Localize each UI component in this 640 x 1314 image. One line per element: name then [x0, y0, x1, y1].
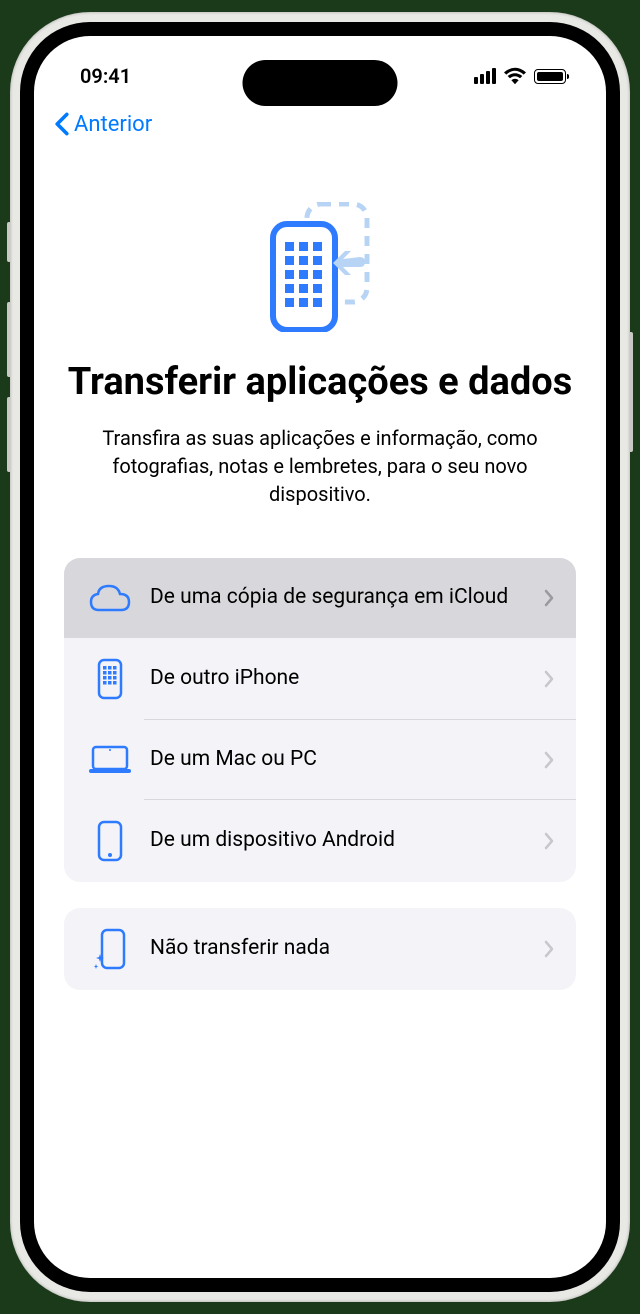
option-label: De um dispositivo Android [150, 827, 544, 854]
hero-icon [34, 202, 606, 332]
option-label: De um Mac ou PC [150, 746, 544, 773]
chevron-left-icon [54, 112, 70, 136]
options-group-transfer: De uma cópia de segurança em iCloud [64, 558, 576, 882]
option-other-iphone[interactable]: De outro iPhone [64, 638, 576, 720]
chevron-right-icon [544, 589, 554, 607]
option-label: De outro iPhone [150, 665, 544, 692]
dynamic-island [243, 60, 398, 106]
chevron-right-icon [544, 670, 554, 688]
option-mac-pc[interactable]: De um Mac ou PC [64, 720, 576, 800]
option-label: Não transferir nada [150, 935, 544, 962]
power-button [630, 332, 633, 452]
mute-switch [7, 222, 10, 262]
status-time: 09:41 [80, 64, 131, 88]
chevron-right-icon [544, 751, 554, 769]
chevron-right-icon [544, 832, 554, 850]
chevron-right-icon [544, 940, 554, 958]
back-button[interactable]: Anterior [54, 112, 152, 137]
transfer-icon [265, 202, 375, 332]
phone-sparkle-icon [86, 928, 134, 970]
option-icloud-backup[interactable]: De uma cópia de segurança em iCloud [64, 558, 576, 638]
status-icons [474, 67, 566, 85]
volume-up-button [7, 302, 10, 377]
volume-down-button [7, 397, 10, 472]
wifi-icon [504, 67, 526, 85]
phone-outline-icon [86, 820, 134, 862]
options-group-skip: Não transferir nada [64, 908, 576, 990]
cloud-icon [86, 584, 134, 612]
option-dont-transfer[interactable]: Não transferir nada [64, 908, 576, 990]
option-android[interactable]: De um dispositivo Android [64, 800, 576, 882]
option-label: De uma cópia de segurança em iCloud [150, 584, 544, 611]
screen: 09:41 [34, 36, 606, 1278]
cellular-signal-icon [474, 68, 496, 84]
iphone-grid-icon [86, 658, 134, 700]
back-label: Anterior [74, 112, 152, 137]
page-title: Transferir aplicações e dados [34, 360, 606, 406]
laptop-icon [86, 745, 134, 775]
page-subtitle: Transfira as suas aplicações e informaçã… [34, 424, 606, 508]
phone-bezel: 09:41 [20, 22, 620, 1292]
battery-icon [534, 69, 566, 84]
phone-frame: 09:41 [10, 12, 630, 1302]
